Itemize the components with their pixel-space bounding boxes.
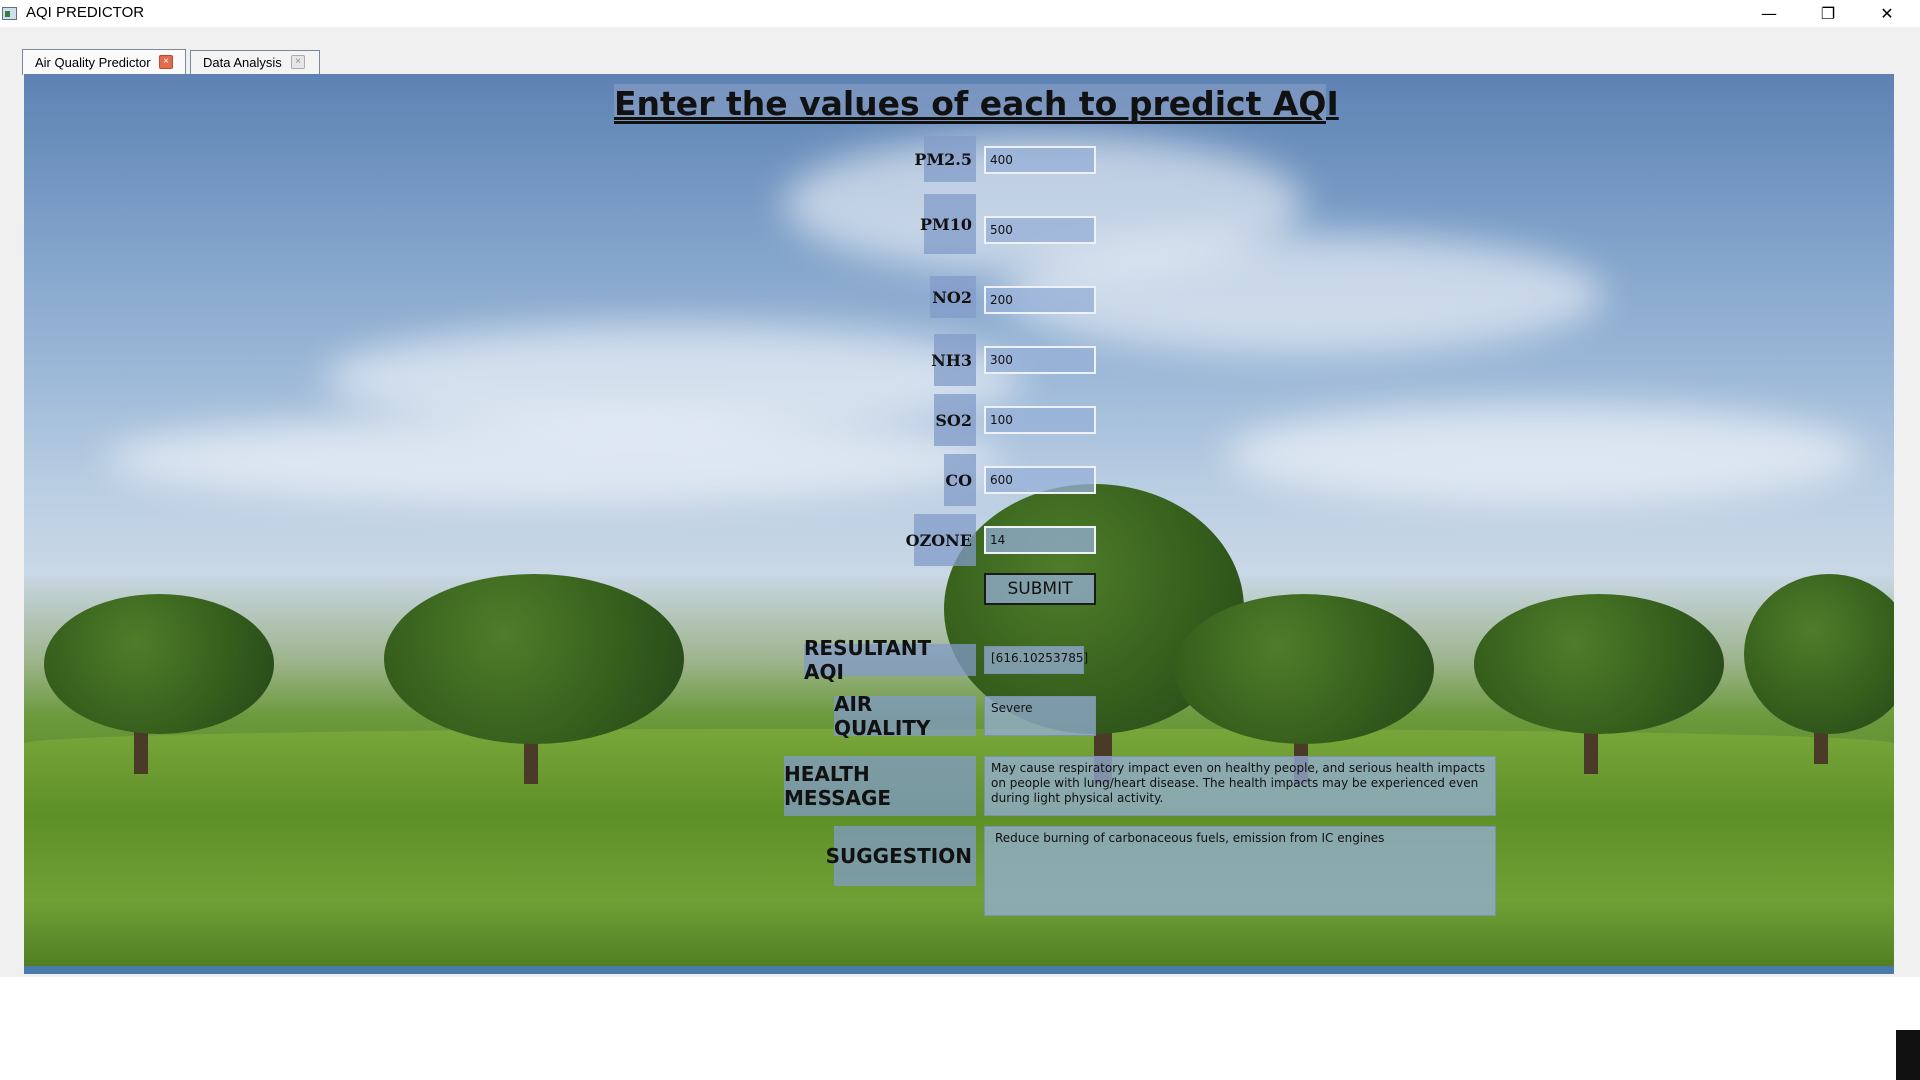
label-co: CO [944, 454, 976, 506]
so2-input[interactable] [984, 406, 1096, 434]
maximize-button[interactable]: ❐ [1799, 0, 1857, 27]
tab-close-icon[interactable]: × [159, 55, 173, 69]
health-message-output: May cause respiratory impact even on hea… [984, 756, 1496, 816]
aqi-value-output: [616.10253785] [984, 646, 1088, 674]
label-resultant-aqi: RESULTANT AQI [804, 636, 976, 684]
label-pm25: PM2.5 [914, 136, 976, 182]
label-pm10: PM10 [920, 194, 976, 254]
app-icon [2, 7, 17, 20]
tab-label: Data Analysis [203, 55, 282, 70]
label-no2: NO2 [930, 276, 976, 318]
no2-input[interactable] [984, 286, 1096, 314]
minimize-button[interactable]: — [1740, 0, 1798, 27]
tree [44, 594, 274, 734]
label-nh3: NH3 [931, 334, 976, 386]
air-quality-output: Severe [984, 696, 1096, 736]
pm10-input[interactable] [984, 216, 1096, 244]
pm25-input[interactable] [984, 146, 1096, 174]
submit-button[interactable]: SUBMIT [984, 573, 1096, 605]
tab-label: Air Quality Predictor [35, 55, 151, 70]
tab-close-icon[interactable]: × [291, 55, 305, 69]
title-bar: AQI PREDICTOR — ❐ ✕ [0, 0, 1920, 27]
tree [1474, 594, 1724, 734]
tree [1174, 594, 1434, 744]
label-air-quality: AIR QUALITY [834, 692, 976, 740]
label-so2: SO2 [934, 394, 976, 446]
tree [1744, 574, 1894, 734]
label-suggestion: SUGGESTION [826, 826, 976, 886]
close-window-button[interactable]: ✕ [1858, 0, 1916, 27]
cloud-shape [1224, 404, 1864, 504]
tree [384, 574, 684, 744]
co-input[interactable] [984, 466, 1096, 494]
tab-data-analysis[interactable]: Data Analysis × [190, 50, 320, 74]
nh3-input[interactable] [984, 346, 1096, 374]
cloud-shape [104, 414, 1004, 504]
suggestion-output: Reduce burning of carbonaceous fuels, em… [984, 826, 1496, 916]
corner-block [1896, 1030, 1920, 1080]
tab-air-quality-predictor[interactable]: Air Quality Predictor × [22, 49, 186, 75]
window-title: AQI PREDICTOR [26, 4, 145, 21]
form-heading: Enter the values of each to predict AQI [614, 84, 1339, 124]
label-ozone: OZONE [906, 514, 976, 566]
ozone-input[interactable] [984, 526, 1096, 554]
label-health-message: HEALTH MESSAGE [784, 756, 976, 816]
